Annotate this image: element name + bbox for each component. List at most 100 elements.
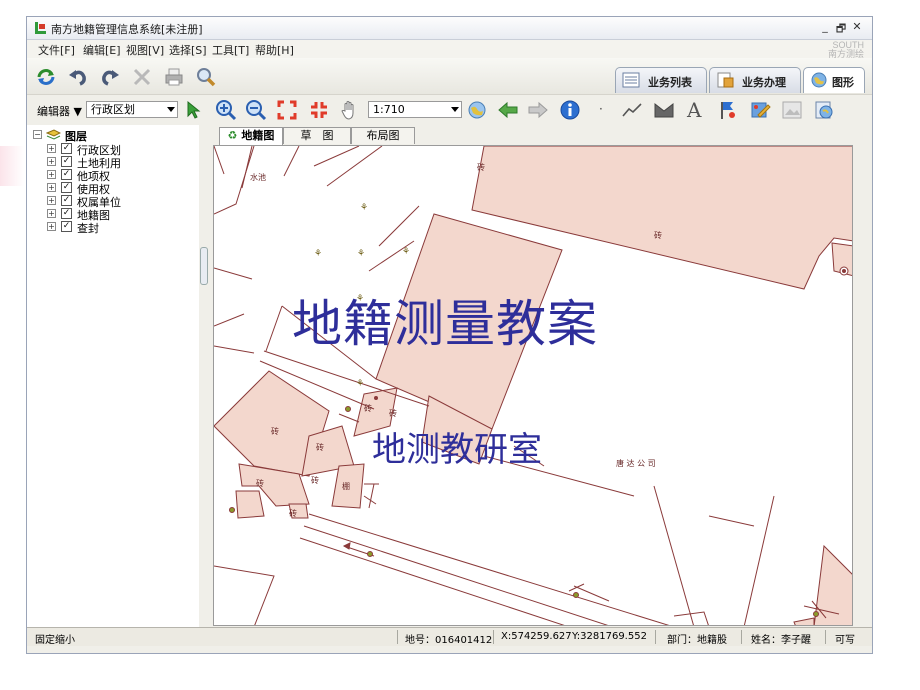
map-area: ♻ 地籍图 草 图 布局图 砖 砖 砖 砖 砖 砖 砖 棚 水池 唐 达 公 司… [209, 125, 855, 627]
label-brick: 砖 [316, 442, 324, 452]
tree-root[interactable]: − 图层 [33, 128, 193, 143]
panel-splitter[interactable] [199, 125, 209, 627]
map-tab-layout[interactable]: 布局图 [351, 127, 415, 144]
expand-icon[interactable]: + [47, 144, 56, 153]
menu-edit[interactable]: 编辑[E] [83, 42, 121, 58]
layer-checkbox[interactable]: ✓ [61, 169, 72, 180]
image-layer-icon[interactable] [781, 99, 803, 121]
expand-icon[interactable]: + [47, 157, 56, 166]
status-parcel-number: 地号：016401412 [405, 635, 493, 646]
undo-icon[interactable] [67, 66, 89, 88]
layer-checkbox[interactable]: ✓ [61, 208, 72, 219]
tree-symbol-icon: ⚘ [357, 249, 365, 259]
title-bar: 南方地籍管理信息系统[未注册] _ 🗗 ✕ [27, 17, 872, 40]
text-tool-icon[interactable]: A [687, 98, 701, 122]
restore-button[interactable]: 🗗 [835, 20, 847, 39]
layer-checkbox[interactable]: ✓ [61, 221, 72, 232]
layer-checkbox[interactable]: ✓ [61, 143, 72, 154]
layer-label: 查封 [77, 222, 99, 235]
full-extent-icon[interactable] [277, 100, 297, 120]
layer-item-other-rights[interactable]: + ✓ 他项权 [47, 168, 187, 183]
minimize-button[interactable]: _ [819, 20, 831, 33]
info-icon[interactable] [559, 99, 581, 121]
parcel-bottom-right [813, 544, 852, 625]
polyline-icon[interactable] [621, 100, 643, 120]
zoom-out-icon[interactable] [245, 99, 267, 121]
layer-checkbox[interactable]: ✓ [61, 156, 72, 167]
label-brick: 砖 [311, 475, 319, 485]
map-tab-cadastral[interactable]: ♻ 地籍图 [219, 127, 283, 145]
tab-task-handle[interactable]: 业务办理 [709, 67, 801, 93]
status-username: 姓名：李子醒 [751, 635, 811, 646]
status-bar: 固定缩小 地号：016401412 X:574259.627 Y:3281769… [27, 627, 872, 646]
polygon-icon[interactable] [653, 100, 675, 120]
globe-icon[interactable] [467, 100, 487, 120]
fixed-zoom-out-icon[interactable] [309, 100, 329, 120]
parcel-bottom-left [235, 490, 265, 519]
layer-item-admin-division[interactable]: + ✓ 行政区划 [47, 142, 187, 157]
slide-decoration [0, 146, 24, 186]
expand-icon[interactable]: + [47, 196, 56, 205]
forward-arrow-icon[interactable] [527, 100, 549, 120]
status-separator [825, 630, 826, 644]
label-brick: 砖 [654, 230, 662, 240]
menu-select[interactable]: 选择[S] [169, 42, 207, 58]
delete-icon[interactable] [131, 66, 153, 88]
expand-icon[interactable]: + [47, 170, 56, 179]
menu-tools[interactable]: 工具[T] [212, 42, 249, 58]
tree-symbol-icon: ⚘ [360, 203, 368, 213]
select-arrow-icon[interactable] [185, 100, 201, 120]
pan-hand-icon[interactable] [340, 99, 360, 121]
window-title: 南方地籍管理信息系统[未注册] [51, 23, 203, 36]
status-separator [741, 630, 742, 644]
layer-item-seizure[interactable]: + ✓ 查封 [47, 220, 187, 235]
edit-layer-icon[interactable] [749, 99, 771, 121]
label-brick: 砖 [256, 478, 264, 488]
scale-select[interactable]: 1:710 [368, 101, 462, 118]
expand-icon[interactable]: + [47, 183, 56, 192]
map-canvas[interactable]: 砖 砖 砖 砖 砖 砖 砖 棚 水池 唐 达 公 司 砖 砖 ⚘ ⚘ ⚘ ⚘ ⚘… [213, 145, 853, 626]
close-button[interactable]: ✕ [851, 20, 863, 33]
redo-icon[interactable] [99, 66, 121, 88]
layer-checkbox[interactable]: ✓ [61, 195, 72, 206]
editor-menu[interactable]: 编辑器 ▼ [37, 103, 82, 119]
print-icon[interactable] [163, 66, 185, 88]
layer-item-cadastral-map[interactable]: + ✓ 地籍图 [47, 207, 187, 222]
layer-checkbox[interactable]: ✓ [61, 182, 72, 193]
expand-icon[interactable]: + [47, 209, 56, 218]
point-tool-icon[interactable]: · [599, 102, 603, 116]
status-separator [655, 630, 656, 644]
status-department: 部门：地籍股 [667, 635, 727, 646]
layer-select[interactable]: 行政区划 [86, 101, 178, 118]
map-export-icon[interactable] [813, 99, 835, 121]
menu-view[interactable]: 视图[V] [126, 42, 164, 58]
back-arrow-icon[interactable] [497, 100, 519, 120]
menu-help[interactable]: 帮助[H] [255, 42, 294, 58]
map-tab-sketch[interactable]: 草 图 [283, 127, 351, 144]
cadastral-map[interactable]: 砖 砖 砖 砖 砖 砖 砖 棚 水池 唐 达 公 司 砖 砖 ⚘ ⚘ ⚘ ⚘ ⚘… [214, 146, 853, 626]
app-logo-icon [35, 22, 46, 34]
collapse-icon[interactable]: − [33, 130, 42, 139]
layer-item-use-right[interactable]: + ✓ 使用权 [47, 181, 187, 196]
overlay-title: 地籍测量教案 [292, 295, 598, 353]
tab-graphics[interactable]: 图形 [803, 67, 865, 93]
search-icon[interactable] [195, 66, 217, 88]
layer-item-owner-unit[interactable]: + ✓ 权属单位 [47, 194, 187, 209]
menu-bar: 文件[F] 编辑[E] 视图[V] 选择[S] 工具[T] 帮助[H] SOUT… [27, 40, 872, 59]
layer-item-land-use[interactable]: + ✓ 土地利用 [47, 155, 187, 170]
tree-symbol-icon: ⚘ [314, 249, 322, 259]
splitter-handle[interactable] [200, 247, 208, 285]
menu-file[interactable]: 文件[F] [38, 42, 75, 58]
label-brick: 砖 [289, 508, 297, 518]
status-y-coordinate: Y:3281769.552 [572, 631, 647, 642]
tab-task-list[interactable]: 业务列表 [615, 67, 707, 93]
tab-task-handle-label: 业务办理 [742, 76, 786, 89]
tree-symbol-icon: ⚘ [402, 247, 410, 257]
flag-marker-icon[interactable] [717, 99, 739, 121]
expand-icon[interactable]: + [47, 222, 56, 231]
label-company: 唐 达 公 司 [616, 458, 656, 468]
zoom-in-icon[interactable] [215, 99, 237, 121]
label-brick: 砖 [477, 162, 485, 172]
refresh-icon[interactable] [35, 66, 57, 88]
status-x-coordinate: X:574259.627 [501, 631, 572, 642]
